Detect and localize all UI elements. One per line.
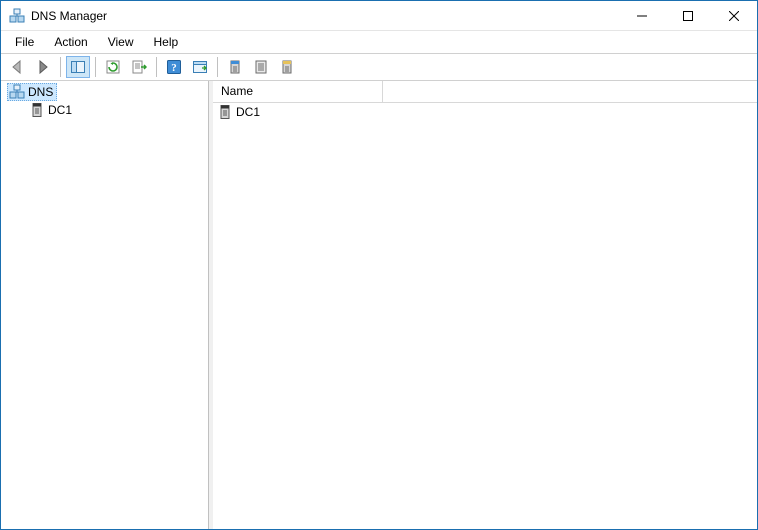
menu-help[interactable]: Help xyxy=(144,33,189,51)
server-tool-3-button[interactable] xyxy=(275,56,299,78)
svg-text:?: ? xyxy=(171,62,177,74)
menu-action[interactable]: Action xyxy=(44,33,97,51)
server-icon xyxy=(217,104,233,120)
dns-root-icon xyxy=(9,84,25,100)
server-icon xyxy=(29,102,45,118)
menu-file[interactable]: File xyxy=(5,33,44,51)
minimize-button[interactable] xyxy=(619,1,665,30)
tree-node-server[interactable]: DC1 xyxy=(1,101,208,119)
content-area: DNS DC1 xyxy=(1,81,757,529)
list-header: Name xyxy=(213,81,757,103)
server-tool-2-button[interactable] xyxy=(249,56,273,78)
tree-pane[interactable]: DNS DC1 xyxy=(1,81,209,529)
server-tool-1-button[interactable] xyxy=(223,56,247,78)
new-window-button[interactable] xyxy=(188,56,212,78)
show-hide-tree-button[interactable] xyxy=(66,56,90,78)
toolbar-separator xyxy=(217,57,218,77)
app-icon xyxy=(9,8,25,24)
tree-child-label: DC1 xyxy=(48,103,72,117)
export-list-button[interactable] xyxy=(127,56,151,78)
forward-button[interactable] xyxy=(31,56,55,78)
list-row[interactable]: DC1 xyxy=(213,103,757,121)
toolbar-separator xyxy=(156,57,157,77)
close-button[interactable] xyxy=(711,1,757,30)
help-button[interactable]: ? xyxy=(162,56,186,78)
toolbar: ? xyxy=(1,53,757,81)
list-pane: Name DC1 xyxy=(213,81,757,529)
list-row-label: DC1 xyxy=(236,105,260,119)
tree-root-label: DNS xyxy=(28,85,53,99)
list-body[interactable]: DC1 xyxy=(213,103,757,529)
window-controls xyxy=(619,1,757,30)
tree-node-dns[interactable]: DNS xyxy=(1,83,208,101)
app-window: DNS Manager File Action View Help xyxy=(0,0,758,530)
titlebar: DNS Manager xyxy=(1,1,757,31)
back-button[interactable] xyxy=(5,56,29,78)
maximize-button[interactable] xyxy=(665,1,711,30)
toolbar-separator xyxy=(60,57,61,77)
column-header-name[interactable]: Name xyxy=(213,81,383,102)
toolbar-separator xyxy=(95,57,96,77)
refresh-button[interactable] xyxy=(101,56,125,78)
menubar: File Action View Help xyxy=(1,31,757,53)
menu-view[interactable]: View xyxy=(98,33,144,51)
window-title: DNS Manager xyxy=(31,9,619,23)
